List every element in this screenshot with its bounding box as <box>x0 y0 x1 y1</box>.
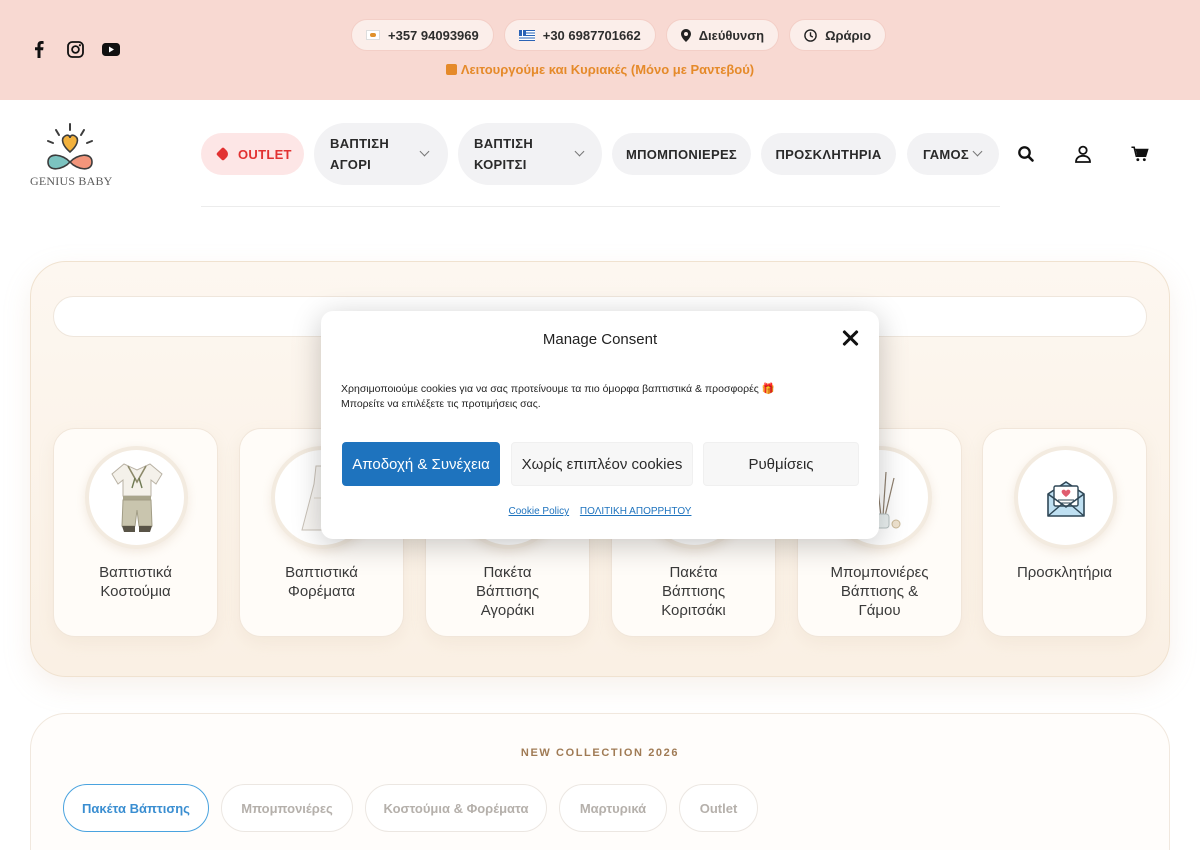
consent-message-line: Μπορείτε να επιλέξετε τις προτιμήσεις σα… <box>341 398 541 410</box>
cart-icon[interactable] <box>1131 145 1149 163</box>
collection-title: NEW COLLECTION 2026 <box>520 747 680 759</box>
nav-outlet-label: OUTLET <box>238 146 292 162</box>
social-links <box>30 40 120 58</box>
phone-cy-label: +357 94093969 <box>388 27 479 43</box>
collection-tab-martyrika[interactable]: Μαρτυρικά <box>559 784 667 832</box>
category-label-line: Κοριτσάκι <box>661 602 726 619</box>
youtube-icon[interactable] <box>102 40 120 58</box>
category-label-line: Βάπτισης & <box>840 583 919 600</box>
nav-baptism-boy[interactable]: ΒΑΠΤΙΣΗ ΑΓΟΡΙ <box>314 123 448 185</box>
collection-tab-packages[interactable]: Πακέτα Βάπτισης <box>63 784 209 832</box>
nav-wedding[interactable]: ΓΑΜΟΣ <box>907 133 999 175</box>
category-label: Προσκλητήρια <box>983 563 1146 582</box>
category-image <box>85 446 188 549</box>
category-label: Βαπτιστικά Κοστούμια <box>54 563 217 601</box>
deny-button[interactable]: Χωρίς επιπλέον cookies <box>511 442 693 486</box>
address-link[interactable]: Διεύθυνση <box>665 19 780 51</box>
nav-bombonieres[interactable]: ΜΠΟΜΠΟΝΙΕΡΕΣ <box>612 133 751 175</box>
nav-baptism-girl-line2: ΚΟΡΙΤΣΙ <box>474 157 527 172</box>
collection-tab-outlet[interactable]: Outlet <box>679 784 758 832</box>
cyprus-flag-icon <box>366 30 380 40</box>
category-label-line: Βάπτισης <box>475 583 540 600</box>
nav-baptism-girl[interactable]: ΒΑΠΤΙΣΗ ΚΟΡΙΤΣΙ <box>458 123 602 185</box>
opening-notice-text: Λειτουργούμε και Κυριακές (Μόνο με Ραντε… <box>460 62 755 77</box>
instagram-icon[interactable] <box>66 40 84 58</box>
header-divider <box>201 206 1000 207</box>
nav-baptism-boy-line2: ΑΓΟΡΙ <box>330 157 372 172</box>
nav-baptism-boy-label: ΒΑΠΤΙΣΗ ΑΓΟΡΙ <box>330 133 389 175</box>
category-card[interactable]: Βαπτιστικά Κοστούμια <box>53 428 218 637</box>
settings-button[interactable]: Ρυθμίσεις <box>703 442 859 486</box>
category-label-line: Γάμου <box>858 602 901 619</box>
nav-invitations-label: ΠΡΟΣΚΛΗΤΗΡΙΑ <box>775 146 882 162</box>
close-icon[interactable] <box>841 329 859 347</box>
category-image <box>1014 446 1117 549</box>
search-icon[interactable] <box>1017 145 1035 163</box>
category-label-line: Αγοράκι <box>480 602 535 619</box>
phone-cy-link[interactable]: +357 94093969 <box>351 19 494 51</box>
category-label-line: Προσκλητήρια <box>1016 564 1113 581</box>
consent-message: Χρησιμοποιούμε cookies για να σας προτεί… <box>341 382 861 412</box>
cookie-policy-link[interactable]: Cookie Policy <box>509 506 570 517</box>
nav-bombonieres-label: ΜΠΟΜΠΟΝΙΕΡΕΣ <box>625 146 738 162</box>
top-bar: +357 94093969 +30 6987701662 Διεύθυνση Ω… <box>0 0 1200 100</box>
nav-wedding-label: ΓΑΜΟΣ <box>923 146 970 162</box>
category-label: Πακέτα Βάπτισης Κοριτσάκι <box>612 563 775 620</box>
privacy-policy-link[interactable]: ΠΟΛΙΤΙΚΗ ΑΠΟΡΡΗΤΟΥ <box>580 506 692 517</box>
consent-message-line: Χρησιμοποιούμε cookies για να σας προτεί… <box>341 383 775 395</box>
map-pin-icon <box>680 28 691 42</box>
cookie-consent-dialog: Manage Consent Χρησιμοποιούμε cookies γι… <box>321 311 879 539</box>
hours-link[interactable]: Ωράριο <box>789 19 887 51</box>
clock-icon <box>804 28 817 42</box>
facebook-icon[interactable] <box>30 40 48 58</box>
collection-tab-bombonieres[interactable]: Μπομπονιέρες <box>221 784 353 832</box>
category-card[interactable]: Προσκλητήρια <box>982 428 1147 637</box>
category-label-line: Πακέτα <box>669 564 718 581</box>
tag-icon <box>215 146 231 162</box>
category-label-line: Φορέματα <box>287 583 356 600</box>
invitation-envelope-icon <box>1046 480 1085 517</box>
consent-title: Manage Consent <box>542 331 658 348</box>
category-label-line: Πακέτα <box>483 564 532 581</box>
address-label: Διεύθυνση <box>698 27 765 43</box>
category-label-line: Κοστούμια <box>100 583 171 600</box>
consent-links: Cookie Policy ΠΟΛΙΤΙΚΗ ΑΠΟΡΡΗΤΟΥ <box>321 506 879 517</box>
calendar-icon <box>445 64 457 75</box>
greece-flag-icon <box>518 29 535 41</box>
nav-baptism-boy-line1: ΒΑΠΤΙΣΗ <box>330 136 390 151</box>
nav-baptism-girl-line1: ΒΑΠΤΙΣΗ <box>474 136 534 151</box>
opening-notice: Λειτουργούμε και Κυριακές (Μόνο με Ραντε… <box>0 62 1200 77</box>
contact-row: +357 94093969 +30 6987701662 Διεύθυνση Ω… <box>351 19 887 51</box>
user-icon[interactable] <box>1074 145 1092 163</box>
nav-outlet[interactable]: OUTLET <box>201 133 304 175</box>
collection-tab-suits-dresses[interactable]: Κοστούμια & Φορέματα <box>365 784 547 832</box>
logo-text: GENIUS BABY <box>30 174 113 188</box>
category-label: Βαπτιστικά Φορέματα <box>240 563 403 601</box>
phone-gr-label: +30 6987701662 <box>542 27 641 43</box>
category-label: Μπομπονιέρες Βάπτισης & Γάμου <box>798 563 961 620</box>
nav-baptism-girl-label: ΒΑΠΤΙΣΗ ΚΟΡΙΤΣΙ <box>474 133 533 175</box>
category-label-line: Μπομπονιέρες <box>830 564 929 581</box>
nav-invitations[interactable]: ΠΡΟΣΚΛΗΤΗΡΙΑ <box>761 133 896 175</box>
chevron-down-icon <box>419 146 430 157</box>
chevron-down-icon <box>972 146 983 157</box>
baptism-suit-icon <box>110 462 163 532</box>
category-label-line: Βάπτισης <box>661 583 726 600</box>
accept-button[interactable]: Αποδοχή & Συνέχεια <box>342 442 500 486</box>
phone-gr-link[interactable]: +30 6987701662 <box>503 19 656 51</box>
category-label: Πακέτα Βάπτισης Αγοράκι <box>426 563 589 620</box>
hours-label: Ωράριο <box>825 27 872 43</box>
category-label-line: Βαπτιστικά <box>285 564 358 581</box>
chevron-down-icon <box>574 146 585 157</box>
category-label-line: Βαπτιστικά <box>99 564 172 581</box>
